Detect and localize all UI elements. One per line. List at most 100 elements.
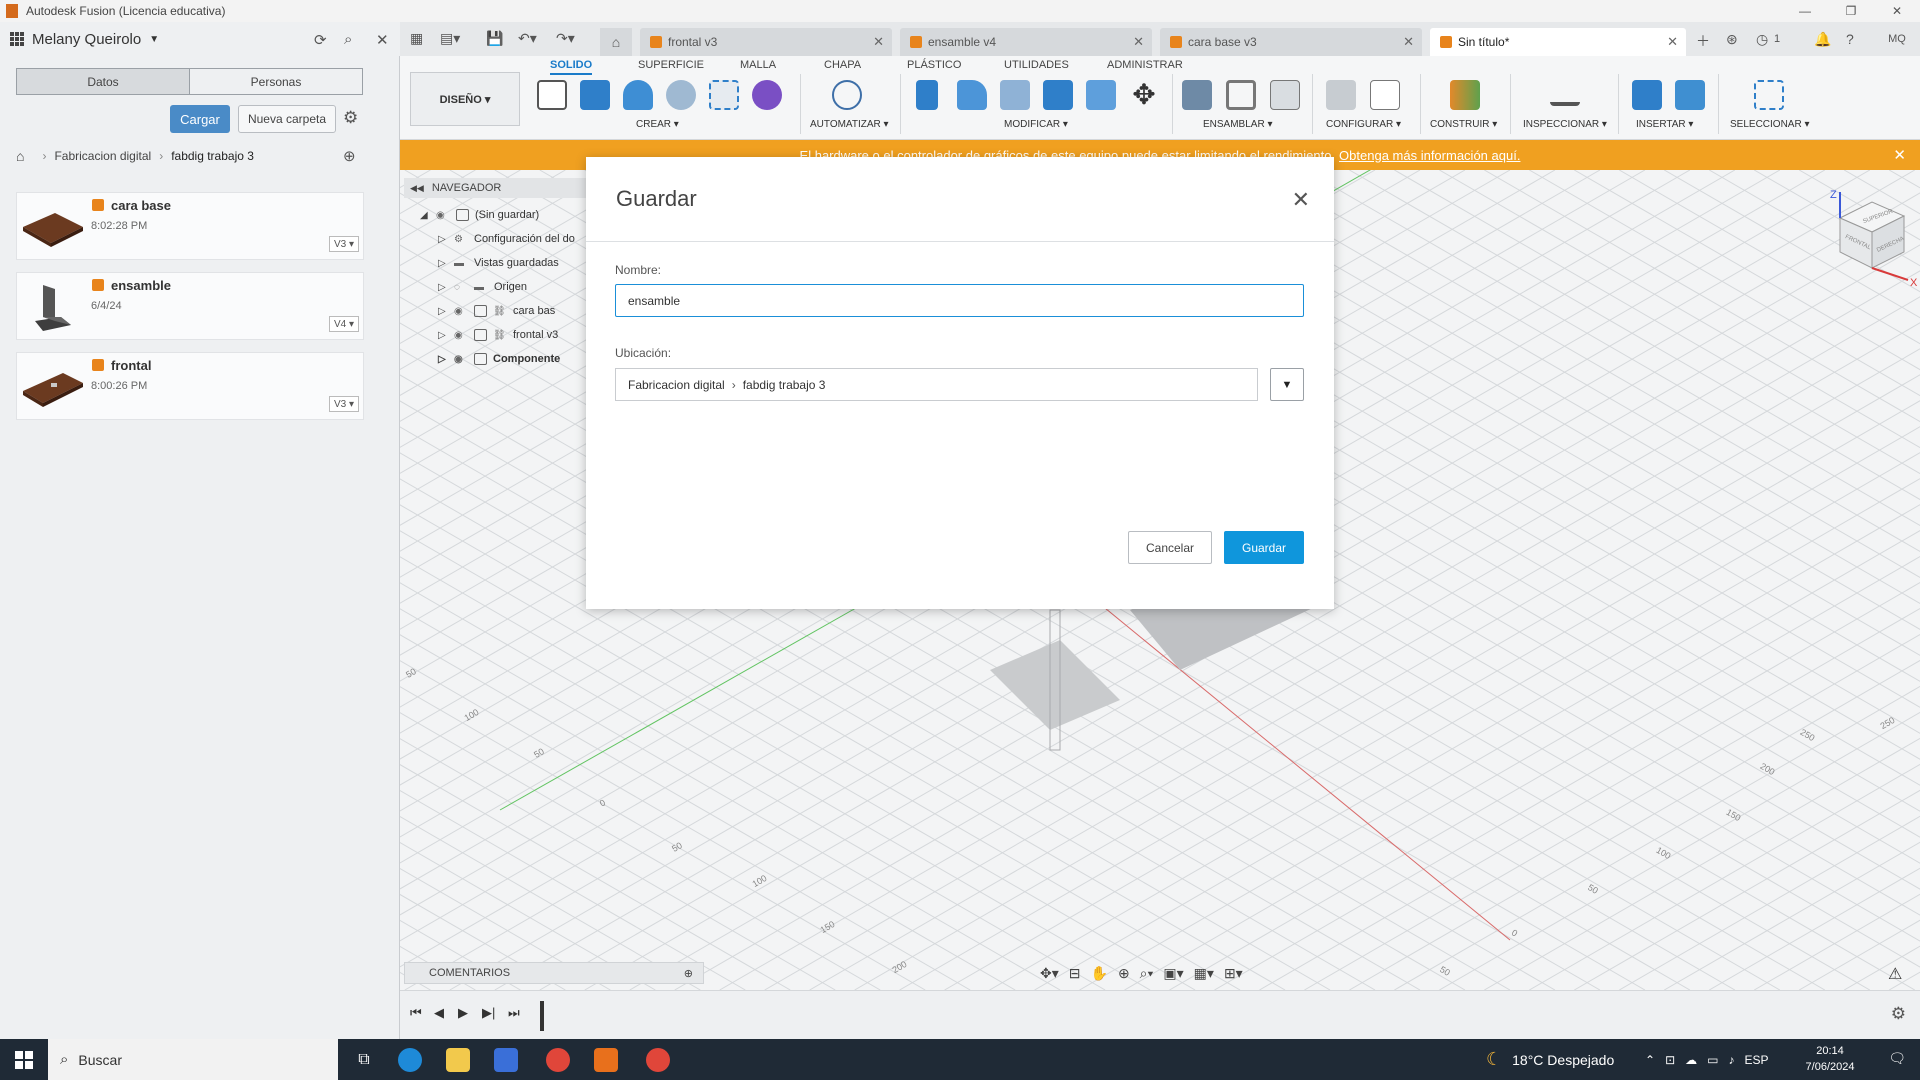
- expand-icon[interactable]: ▷: [438, 234, 448, 245]
- cancel-button[interactable]: Cancelar: [1128, 531, 1212, 564]
- version-badge[interactable]: V3 ▾: [328, 396, 359, 412]
- fit-icon[interactable]: ⌕▾: [1140, 965, 1154, 982]
- refresh-icon[interactable]: ⟳: [314, 31, 327, 49]
- close-icon[interactable]: ✕: [1893, 146, 1906, 164]
- create-sketch-icon[interactable]: [537, 80, 567, 110]
- eye-hidden-icon[interactable]: ◌: [454, 282, 468, 293]
- weather-widget[interactable]: ☾ 18°C Despejado: [1486, 1039, 1614, 1080]
- tab-solido[interactable]: SOLIDO: [550, 59, 593, 75]
- warning-icon[interactable]: ⚠: [1888, 964, 1902, 984]
- location-path[interactable]: Fabricacion digital › fabdig trabajo 3: [615, 368, 1258, 401]
- gear-icon[interactable]: ⚙: [343, 108, 358, 128]
- avatar[interactable]: MQ: [1884, 28, 1910, 50]
- chevron-up-icon[interactable]: ⌃: [1645, 1053, 1655, 1067]
- play-icon[interactable]: ▶: [458, 1005, 468, 1021]
- configuration-table-icon[interactable]: [1370, 80, 1400, 110]
- home-tab-icon[interactable]: ⌂: [600, 28, 632, 56]
- save-icon[interactable]: 💾: [486, 30, 503, 47]
- tab-sin-titulo[interactable]: Sin título* ✕: [1430, 28, 1686, 56]
- version-badge[interactable]: V3 ▾: [328, 236, 359, 252]
- tab-administrar[interactable]: ADMINISTRAR: [1107, 59, 1183, 71]
- zoom-icon[interactable]: ⊕: [1118, 965, 1130, 982]
- meet-icon[interactable]: ⊡: [1665, 1053, 1675, 1067]
- close-icon[interactable]: ✕: [1292, 187, 1310, 213]
- volume-icon[interactable]: ♪: [1728, 1053, 1734, 1067]
- home-icon[interactable]: ⌂: [16, 148, 24, 164]
- go-to-end-icon[interactable]: ⏭: [508, 1005, 520, 1021]
- expand-icon[interactable]: ▷: [438, 354, 448, 365]
- microsoft-store-icon[interactable]: [494, 1048, 518, 1072]
- search-icon[interactable]: ⌕: [344, 31, 352, 48]
- tab-cara-base[interactable]: cara base v3 ✕: [1160, 28, 1422, 56]
- expand-icon[interactable]: ▷: [438, 330, 448, 341]
- expand-icon[interactable]: ▷: [438, 282, 448, 293]
- pan-icon[interactable]: ✋: [1091, 965, 1108, 982]
- pattern-icon[interactable]: [709, 80, 739, 110]
- start-button[interactable]: [0, 1039, 48, 1080]
- bell-icon[interactable]: 🔔: [1814, 31, 1831, 48]
- move-icon[interactable]: ✥: [1129, 80, 1159, 110]
- timeline-marker[interactable]: [540, 1001, 544, 1031]
- measure-icon[interactable]: [1550, 86, 1580, 106]
- close-tab-icon[interactable]: ✕: [1403, 34, 1414, 50]
- nav-row-root[interactable]: ◢ ◉ (Sin guardar): [420, 204, 539, 226]
- nav-row-component[interactable]: ▷ ◉ Componente: [438, 348, 560, 370]
- user-name[interactable]: Melany Queirolo: [32, 31, 141, 48]
- eye-icon[interactable]: ◉: [454, 330, 468, 341]
- nav-row-cara-base[interactable]: ▷ ◉ ⛓ cara bas: [438, 300, 555, 322]
- tab-ensamble[interactable]: ensamble v4 ✕: [900, 28, 1152, 56]
- nav-row-saved-views[interactable]: ▷ ▬ Vistas guardadas: [438, 252, 559, 274]
- nav-row-origin[interactable]: ▷ ◌ ▬ Origen: [438, 276, 527, 298]
- group-construir[interactable]: CONSTRUIR ▾: [1430, 119, 1497, 130]
- comments-panel[interactable]: COMENTARIOS ⊕: [404, 962, 704, 984]
- close-tab-icon[interactable]: ✕: [1133, 34, 1144, 50]
- eye-icon[interactable]: ◉: [454, 306, 468, 317]
- insert-image-icon[interactable]: [1675, 80, 1705, 110]
- hole-icon[interactable]: [666, 80, 696, 110]
- file-item-ensamble[interactable]: ensamble 6/4/24 V4 ▾: [16, 272, 364, 340]
- language-indicator[interactable]: ESP: [1744, 1053, 1768, 1067]
- add-comment-icon[interactable]: ⊕: [684, 967, 693, 980]
- new-folder-button[interactable]: Nueva carpeta: [238, 105, 336, 133]
- group-insertar[interactable]: INSERTAR ▾: [1636, 119, 1693, 130]
- look-at-icon[interactable]: ⊟: [1069, 965, 1081, 982]
- select-icon[interactable]: [1754, 80, 1784, 110]
- notifications-icon[interactable]: 🗨: [1888, 1050, 1906, 1067]
- network-icon[interactable]: ▭: [1707, 1053, 1718, 1067]
- nav-row-settings[interactable]: ▷ ⚙ Configuración del do: [438, 228, 575, 250]
- tab-plastico[interactable]: PLÁSTICO: [907, 59, 961, 71]
- fillet-icon[interactable]: [957, 80, 987, 110]
- name-input[interactable]: [615, 284, 1304, 317]
- tab-superficie[interactable]: SUPERFICIE: [638, 59, 704, 71]
- press-pull-icon[interactable]: [916, 80, 938, 110]
- file-item-frontal[interactable]: frontal 8:00:26 PM V3 ▾: [16, 352, 364, 420]
- insert-mesh-icon[interactable]: [1632, 80, 1662, 110]
- shell-icon[interactable]: [1000, 80, 1030, 110]
- upload-button[interactable]: Cargar: [170, 105, 230, 133]
- extensions-icon[interactable]: ⊛: [1726, 31, 1738, 48]
- expand-icon[interactable]: ◢: [420, 210, 430, 221]
- tab-malla[interactable]: MALLA: [740, 59, 776, 71]
- revolve-icon[interactable]: [623, 80, 653, 110]
- orbit-icon[interactable]: ✥▾: [1040, 965, 1059, 982]
- version-badge[interactable]: V4 ▾: [328, 316, 359, 332]
- group-crear[interactable]: CREAR ▾: [636, 119, 679, 130]
- form-icon[interactable]: [752, 80, 782, 110]
- group-automatizar[interactable]: AUTOMATIZAR ▾: [810, 119, 889, 130]
- step-forward-icon[interactable]: ▶|: [482, 1005, 495, 1021]
- workspace-switcher[interactable]: DISEÑO ▾: [410, 72, 520, 126]
- group-ensamblar[interactable]: ENSAMBLAR ▾: [1203, 119, 1272, 130]
- help-icon[interactable]: ?: [1846, 31, 1854, 47]
- data-panel-grid-icon[interactable]: ▦: [410, 30, 423, 47]
- app-grid-icon[interactable]: [10, 32, 24, 46]
- save-button[interactable]: Guardar: [1224, 531, 1304, 564]
- file-menu-icon[interactable]: ▤▾: [440, 30, 460, 47]
- banner-link[interactable]: Obtenga más información aquí.: [1339, 148, 1520, 163]
- combine-icon[interactable]: [1043, 80, 1073, 110]
- go-to-start-icon[interactable]: ⏮: [410, 1005, 422, 1021]
- file-explorer-icon[interactable]: [446, 1048, 470, 1072]
- edge-browser-icon[interactable]: [398, 1048, 422, 1072]
- restore-button[interactable]: ❐: [1828, 0, 1874, 22]
- fusion-app-icon[interactable]: [594, 1048, 618, 1072]
- group-seleccionar[interactable]: SELECCIONAR ▾: [1730, 119, 1809, 130]
